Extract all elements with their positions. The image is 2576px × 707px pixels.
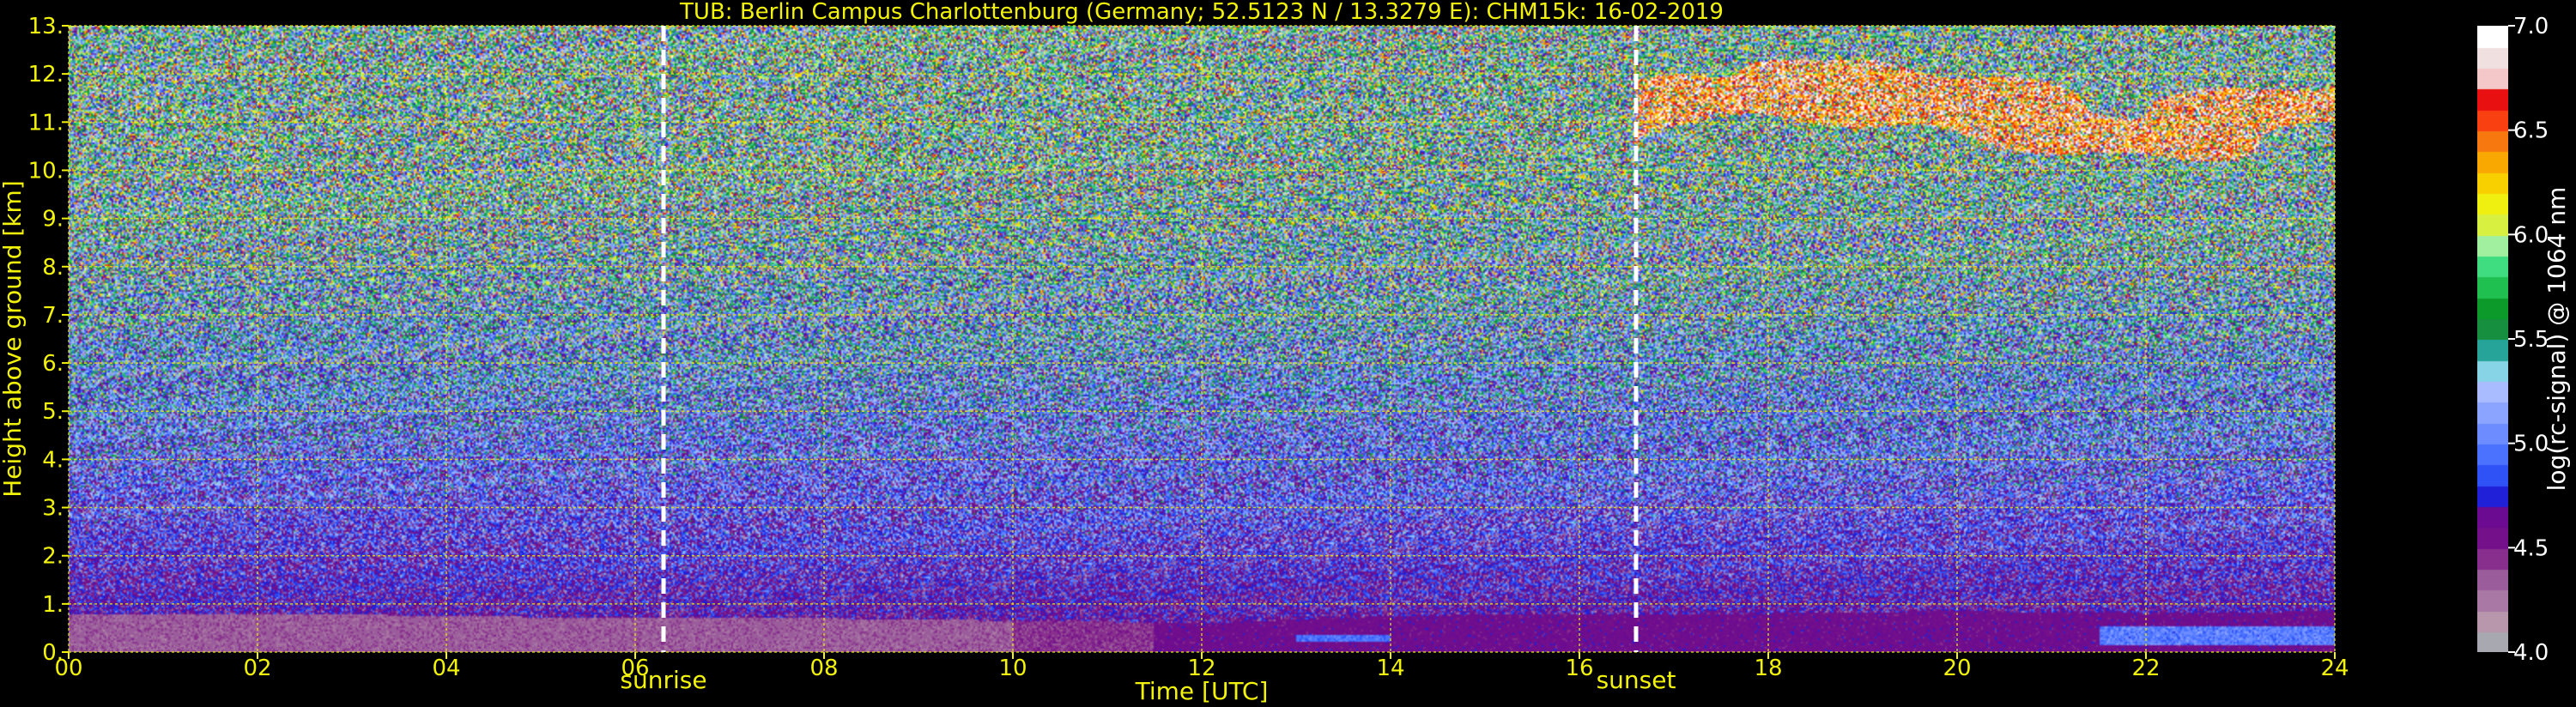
y-tick-label: 13.: [28, 14, 64, 39]
x-tick-label: 04: [432, 656, 460, 681]
x-tick-label: 20: [1943, 656, 1971, 681]
y-tick-labels: 0.1.2.3.4.5.6.7.8.9.10.11.12.13.: [28, 14, 69, 666]
chart-overlay: 0.1.2.3.4.5.6.7.8.9.10.11.12.13. 00 02 04 0…: [0, 0, 2571, 705]
x-tick-label: 24: [2320, 656, 2349, 681]
annotation-sunrise: sunrise: [620, 666, 706, 694]
x-tick-label: 16: [1565, 656, 1593, 681]
y-tick-label: 4.: [42, 447, 64, 473]
chart-title: TUB: Berlin Campus Charlottenburg (Germa…: [679, 0, 1724, 25]
colorbar-tick-label: 7.0: [2513, 14, 2549, 39]
colorbar-label: log(rc-signal) @ 1064 nm: [2543, 187, 2571, 492]
x-tick-label: 18: [1754, 656, 1782, 681]
y-tick-label: 7.: [42, 303, 64, 329]
y-tick-label: 12.: [28, 62, 64, 88]
y-tick-label: 9.: [42, 207, 64, 233]
y-tick-label: 10.: [28, 158, 64, 184]
colorbar-tick-label: 4.5: [2513, 535, 2549, 561]
x-tick-label: 08: [809, 656, 838, 681]
y-tick-label: 5.: [42, 399, 64, 425]
colorbar-tick-label: 6.5: [2513, 118, 2549, 144]
x-tick-label: 00: [54, 656, 82, 681]
y-tick-label: 6.: [42, 351, 64, 377]
y-tick-label: 3.: [42, 496, 64, 522]
colorbar-tick-label: 4.0: [2513, 640, 2549, 666]
x-tick-label: 22: [2131, 656, 2160, 681]
y-tick-label: 11.: [28, 110, 64, 136]
x-tick-label: 02: [243, 656, 271, 681]
x-tick-label: 14: [1376, 656, 1404, 681]
y-axis-label: Height above ground [km]: [0, 180, 27, 498]
grid-lines: [68, 25, 2336, 653]
annotation-sunset: sunset: [1597, 666, 1676, 694]
x-axis-label: Time [UTC]: [1135, 677, 1269, 705]
sunrise-sunset-markers: [661, 26, 1639, 652]
y-tick-label: 8.: [42, 255, 64, 281]
y-tick-label: 1.: [42, 592, 64, 618]
y-tick-label: 2.: [42, 544, 64, 570]
x-tick-label: 10: [998, 656, 1027, 681]
